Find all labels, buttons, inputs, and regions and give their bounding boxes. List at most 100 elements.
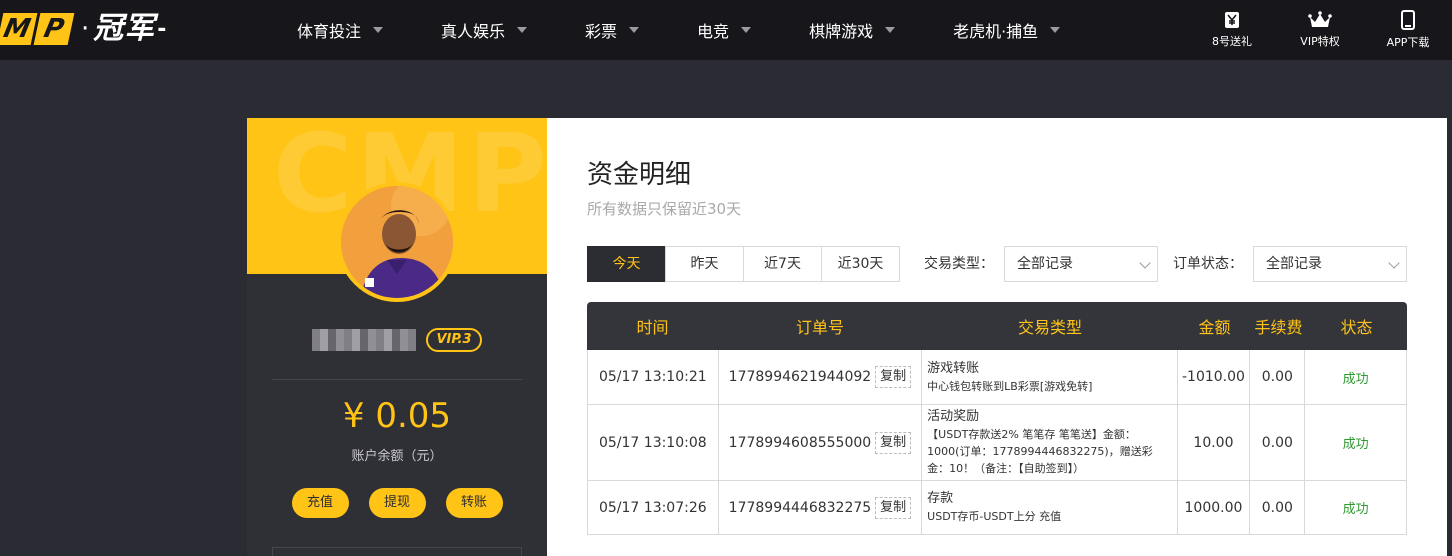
cell-time: 05/17 13:10:21: [588, 350, 719, 404]
wallet-actions: 充值 提现 转账: [247, 488, 547, 518]
type-detail: 【USDT存款送2% 笔笔存 笔笔送】金额：1000(订单：1778994446…: [927, 428, 1153, 475]
status-badge: 成功: [1342, 437, 1369, 452]
status-badge: 成功: [1342, 371, 1369, 387]
table-row: 05/17 13:10:21 1778994621944092 复制 游戏转账 …: [587, 350, 1407, 405]
cell-order: 1778994446832275 复制: [719, 481, 923, 534]
type-title: 存款: [927, 491, 954, 506]
copy-button[interactable]: 复制: [875, 431, 912, 454]
nav-item-slots-fishing[interactable]: 老虎机·捕鱼: [953, 0, 1061, 60]
logo-dot: ·: [81, 14, 90, 44]
tab-yesterday[interactable]: 昨天: [665, 246, 744, 282]
nav-item-card-games[interactable]: 棋牌游戏: [809, 0, 896, 60]
cell-fee: 0.00: [1250, 350, 1306, 404]
vip-button[interactable]: VIP特权: [1276, 0, 1364, 60]
withdraw-button[interactable]: 提现: [368, 488, 426, 518]
order-number: 1778994621944092: [728, 369, 872, 385]
column-header-status: 状态: [1340, 318, 1373, 337]
gift-icon: [1225, 12, 1239, 28]
tool-label: VIP特权: [1300, 35, 1340, 48]
cell-type: 活动奖励 【USDT存款送2% 笔笔存 笔笔送】金额：1000(订单：17789…: [922, 405, 1178, 480]
nav-label: 电竞: [697, 22, 730, 41]
type-filter-select[interactable]: 全部记录: [1004, 246, 1158, 282]
chevron-down-icon: [1050, 27, 1061, 33]
column-header-type: 交易类型: [1017, 318, 1082, 337]
order-number: 1778994608555000: [728, 434, 872, 451]
table-row: 05/17 13:10:08 1778994608555000 复制 活动奖励 …: [587, 405, 1407, 481]
page-title: 资金明细: [587, 160, 692, 190]
site-logo[interactable]: M P · 冠军 -: [0, 12, 166, 46]
logo-tail: -: [157, 16, 167, 42]
table-header: 时间 订单号 交易类型 金额 手续费 状态: [587, 302, 1407, 350]
avatar-ring: [337, 182, 457, 302]
transactions-table: 时间 订单号 交易类型 金额 手续费 状态 05/17 13:10:21 177…: [587, 302, 1407, 535]
main-content: 资金明细 所有数据只保留近30天 今天 昨天 近7天 近30天 交易类型： 全部…: [547, 118, 1447, 556]
tool-label: APP下载: [1386, 36, 1430, 49]
column-header-time: 时间: [636, 318, 669, 337]
tab-last-30-days[interactable]: 近30天: [821, 246, 900, 282]
crown-icon: [1308, 11, 1332, 27]
profile-menu-card: [272, 547, 522, 556]
chevron-down-icon: [885, 27, 896, 33]
status-filter-select[interactable]: 全部记录: [1253, 246, 1407, 282]
balance-amount: ¥ 0.05: [342, 396, 452, 436]
cell-type: 存款 USDT存币-USDT上分 充值: [922, 481, 1178, 534]
chevron-down-icon: [1139, 257, 1151, 269]
profile-panel: CMP VIP.3 ¥ 0.05 账户余额（元） 充值 提现 转账: [247, 118, 547, 556]
transfer-button[interactable]: 转账: [445, 488, 503, 518]
column-header-amount: 金额: [1198, 318, 1231, 337]
column-header-fee: 手续费: [1254, 318, 1303, 337]
status-badge: 成功: [1342, 502, 1369, 517]
nav-label: 老虎机·捕鱼: [953, 22, 1039, 41]
logo-text: 冠军: [93, 11, 156, 46]
deposit-button[interactable]: 充值: [291, 488, 349, 518]
tool-label: 8号送礼: [1212, 35, 1252, 48]
cell-order: 1778994621944092 复制: [719, 350, 923, 404]
top-navbar: M P · 冠军 - 体育投注 真人娱乐 彩票 电竞 棋牌游戏 老虎机·捕鱼 8…: [0, 0, 1452, 60]
cell-amount: 1000.00: [1178, 481, 1251, 534]
main-nav: 体育投注 真人娱乐 彩票 电竞 棋牌游戏 老虎机·捕鱼: [297, 0, 1118, 60]
filters-bar: 今天 昨天 近7天 近30天 交易类型： 全部记录 订单状态： 全部记录: [587, 246, 1407, 282]
divider: [272, 379, 522, 380]
copy-button[interactable]: 复制: [875, 496, 912, 519]
tab-today[interactable]: 今天: [587, 246, 666, 282]
nav-label: 体育投注: [297, 22, 362, 41]
copy-button[interactable]: 复制: [875, 366, 912, 388]
status-filter-value: 全部记录: [1266, 256, 1322, 272]
cell-time: 05/17 13:10:08: [588, 405, 719, 480]
nav-item-sports[interactable]: 体育投注: [297, 0, 384, 60]
type-detail: 中心钱包转账到LB彩票[游戏免转]: [927, 379, 1093, 393]
app-download-button[interactable]: APP下载: [1364, 0, 1452, 60]
balance-label: 账户余额（元）: [351, 449, 443, 464]
gift-button[interactable]: 8号送礼: [1188, 0, 1276, 60]
cell-type: 游戏转账 中心钱包转账到LB彩票[游戏免转]: [922, 350, 1178, 404]
nav-label: 真人娱乐: [441, 22, 506, 41]
cell-fee: 0.00: [1250, 481, 1306, 534]
cell-order: 1778994608555000 复制: [719, 405, 923, 480]
page-subtitle: 所有数据只保留近30天: [587, 200, 742, 218]
logo-letter-p: P: [33, 13, 75, 45]
nav-item-lottery[interactable]: 彩票: [585, 0, 640, 60]
logo-letter-m: M: [0, 13, 38, 45]
username-masked: [312, 329, 417, 351]
nav-item-live-casino[interactable]: 真人娱乐: [441, 0, 528, 60]
avatar: [341, 186, 453, 298]
chevron-down-icon: [373, 27, 384, 33]
chevron-down-icon: [517, 27, 528, 33]
vip-badge: VIP.3: [426, 328, 482, 352]
tab-last-7-days[interactable]: 近7天: [743, 246, 822, 282]
type-title: 游戏转账: [927, 360, 980, 376]
column-header-order: 订单号: [795, 318, 844, 337]
user-row: VIP.3: [247, 328, 547, 352]
cell-amount: -1010.00: [1178, 350, 1251, 404]
nav-item-esports[interactable]: 电竞: [697, 0, 752, 60]
cell-fee: 0.00: [1250, 405, 1306, 480]
table-row: 05/17 13:07:26 1778994446832275 复制 存款 US…: [587, 481, 1407, 535]
nav-label: 棋牌游戏: [809, 22, 874, 41]
chevron-down-icon: [1388, 257, 1400, 269]
status-filter-label: 订单状态：: [1173, 256, 1243, 272]
type-detail: USDT存币-USDT上分 充值: [927, 510, 1062, 523]
header-tools: 8号送礼 VIP特权 APP下载: [1188, 0, 1452, 60]
chevron-down-icon: [629, 27, 640, 33]
type-filter-label: 交易类型：: [924, 256, 994, 272]
logo-mp-mark: M P: [0, 13, 75, 45]
